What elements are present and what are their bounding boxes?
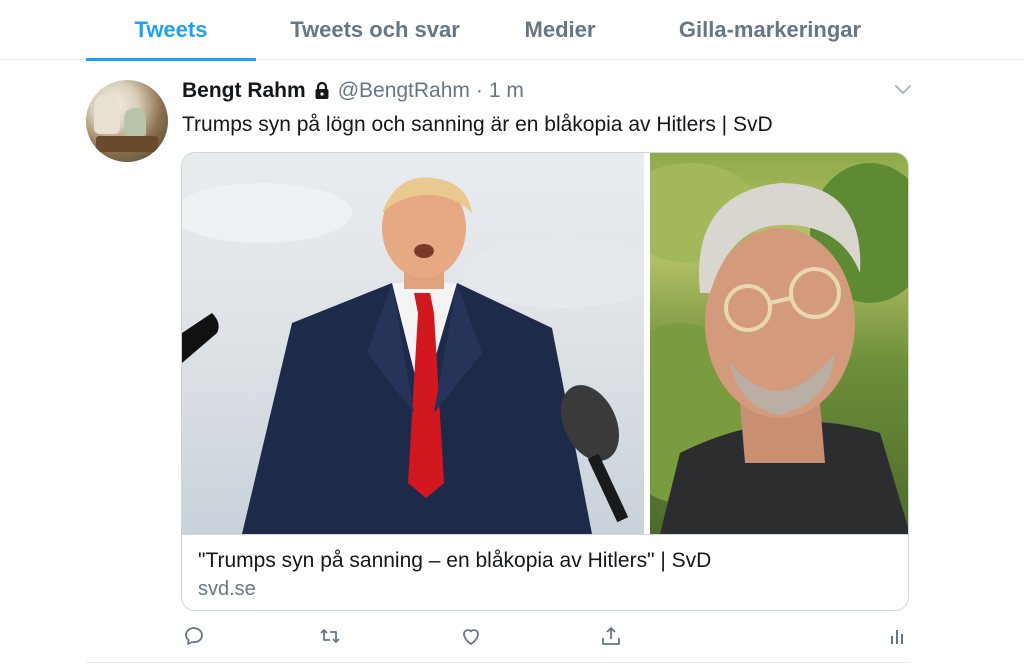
link-card[interactable]: "Trumps syn på sanning – en blåkopia av … — [181, 152, 909, 611]
reply-icon[interactable] — [182, 624, 208, 650]
lock-icon — [312, 81, 332, 101]
analytics-icon[interactable] — [885, 624, 911, 650]
tab-media[interactable]: Medier — [500, 0, 620, 60]
tab-tweets-and-replies[interactable]: Tweets och svar — [270, 0, 480, 60]
card-title: "Trumps syn på sanning – en blåkopia av … — [198, 549, 712, 572]
tweet-timestamp[interactable]: 1 m — [489, 79, 524, 103]
tweet-actions — [181, 622, 909, 652]
separator-dot: · — [475, 79, 483, 102]
tab-tweets[interactable]: Tweets — [86, 0, 256, 61]
author-handle[interactable]: @BengtRahm — [338, 79, 470, 103]
share-icon[interactable] — [599, 624, 625, 650]
card-photo-trump — [182, 153, 644, 534]
retweet-icon[interactable] — [318, 624, 344, 650]
avatar-table — [96, 136, 158, 152]
card-images — [182, 153, 908, 534]
profile-tabs: Tweets Tweets och svar Medier Gilla-mark… — [0, 0, 1024, 61]
avatar[interactable] — [86, 80, 168, 162]
chevron-down-icon[interactable] — [893, 82, 913, 98]
avatar-figure-child — [124, 108, 146, 138]
tweet-divider — [86, 662, 910, 663]
like-icon[interactable] — [459, 624, 485, 650]
card-meta: "Trumps syn på sanning – en blåkopia av … — [182, 534, 908, 610]
tweet-header: Bengt Rahm @BengtRahm · 1 m — [182, 76, 524, 106]
card-domain: svd.se — [198, 578, 256, 600]
author-name[interactable]: Bengt Rahm — [182, 79, 306, 103]
tweet-text: Trumps syn på lögn och sanning är en blå… — [182, 113, 773, 136]
avatar-figure — [94, 94, 120, 134]
tab-likes[interactable]: Gilla-markeringar — [650, 0, 890, 60]
card-photo-author — [650, 153, 908, 534]
